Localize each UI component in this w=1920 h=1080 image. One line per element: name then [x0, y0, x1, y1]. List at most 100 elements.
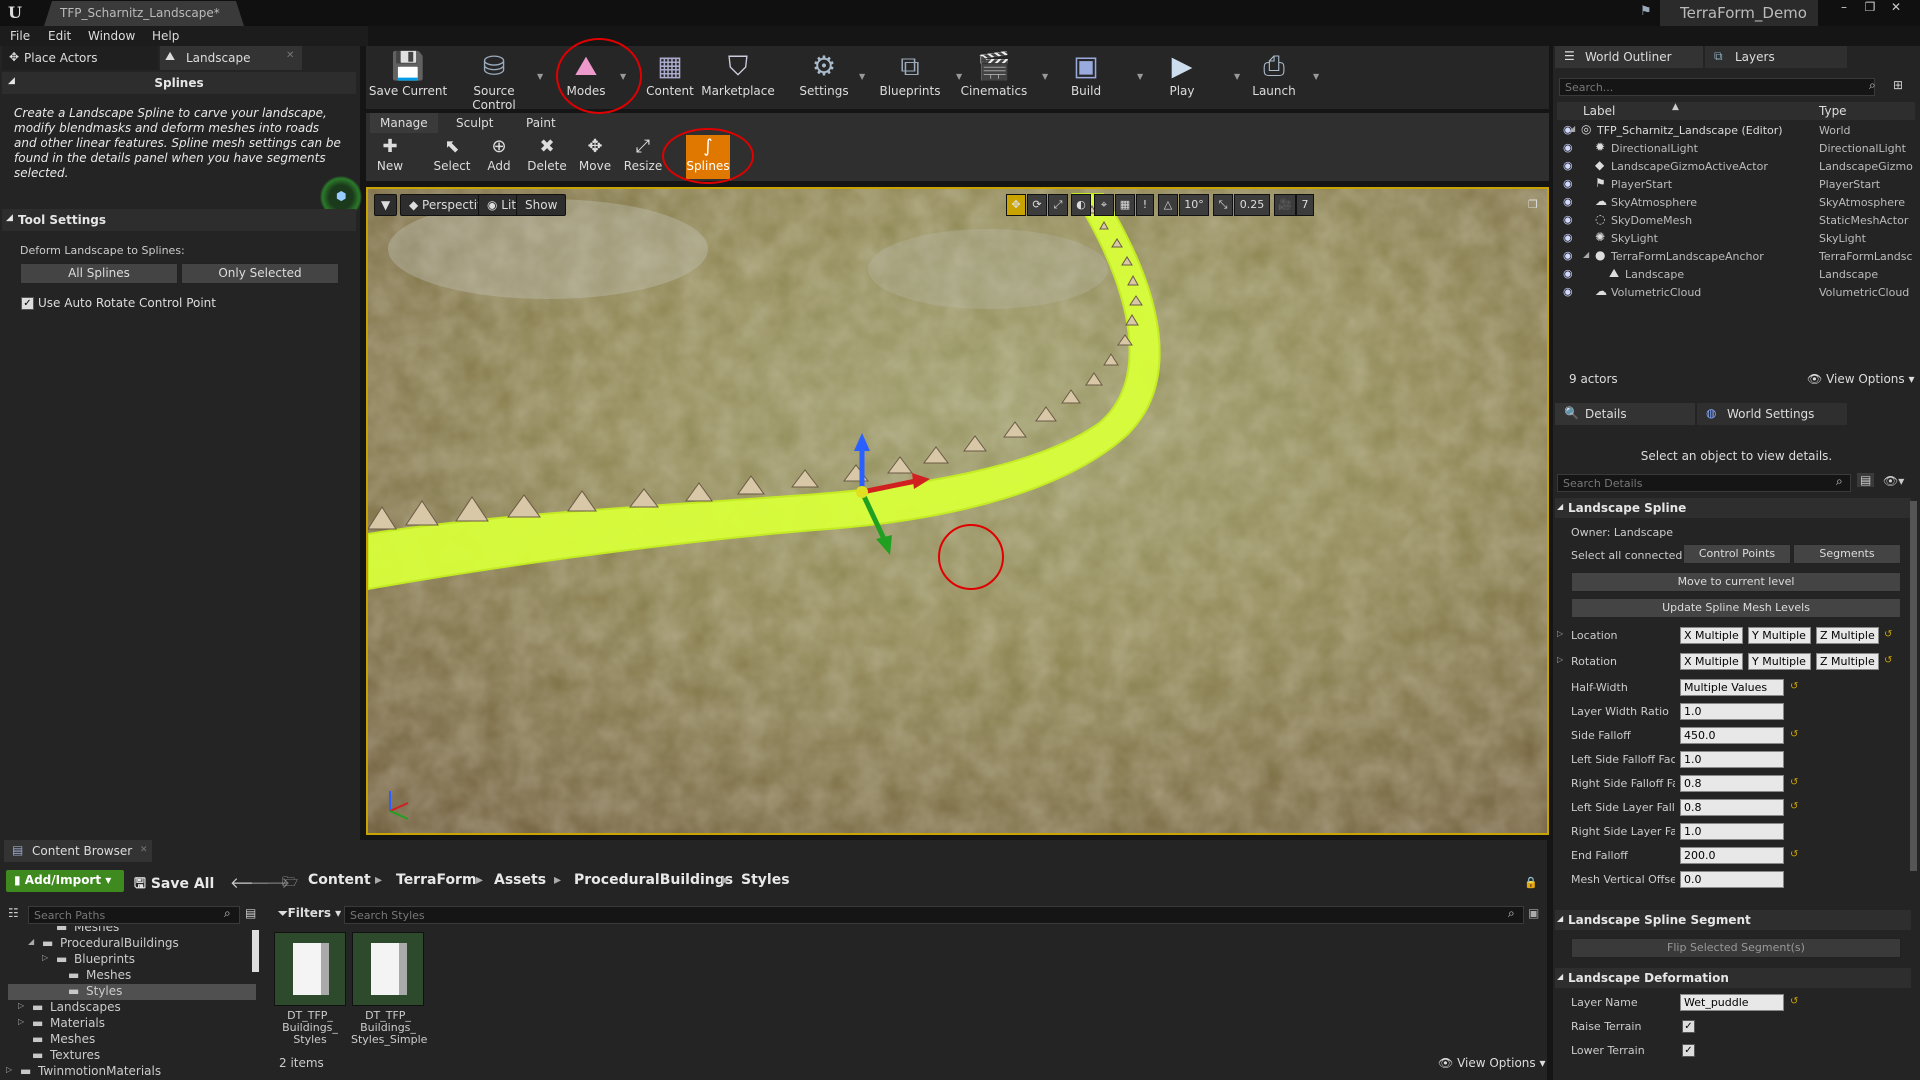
history-icon[interactable]: ▣ [1528, 906, 1539, 920]
landscape-spline-header[interactable]: ◢ Landscape Spline [1555, 498, 1911, 518]
reset-arrow-icon[interactable]: ↺ [1884, 629, 1892, 640]
breadcrumb-separator-icon[interactable]: ▸ [554, 872, 561, 888]
outliner-row[interactable]: ◉ ✹ DirectionalLight DirectionalLight [1557, 140, 1915, 158]
folder-tree-item[interactable]: ▬ Textures [8, 1048, 256, 1064]
reset-arrow-icon[interactable]: ↺ [1790, 681, 1798, 692]
resize-tool-button[interactable]: ⤢ Resize [621, 135, 665, 179]
expand-arrow-icon[interactable]: ◢ [28, 937, 34, 946]
visibility-eye-icon[interactable]: ◉ [1563, 159, 1573, 172]
outliner-row[interactable]: ◉ ◆ LandscapeGizmoActiveActor LandscapeGizm… [1557, 158, 1915, 176]
breadcrumb-separator-icon[interactable]: ▸ [375, 872, 382, 888]
visibility-eye-icon[interactable]: ◉ [1563, 213, 1573, 226]
select-tool-button[interactable]: ⬉ Select [430, 135, 474, 179]
expand-arrow-icon[interactable]: ▷ [6, 1065, 12, 1074]
visibility-eye-icon[interactable]: ◉ [1563, 195, 1573, 208]
menu-window[interactable]: Window [88, 29, 135, 43]
viewport-scene[interactable] [368, 189, 1549, 835]
property-value-field[interactable]: 1.0 [1680, 823, 1784, 840]
search-styles-input[interactable]: Search Styles [344, 906, 1524, 924]
add-folder-icon[interactable]: ⊞ [1893, 78, 1903, 92]
outliner-row[interactable]: ◉ ☁ VolumetricCloud VolumetricCloud [1557, 284, 1915, 302]
spline-segment-header[interactable]: ◢ Landscape Spline Segment [1555, 910, 1911, 930]
visibility-eye-icon[interactable]: ◉ [1563, 177, 1573, 190]
property-value-field[interactable]: 1.0 [1680, 751, 1784, 768]
build-button[interactable]: ▣ Build [1044, 50, 1128, 108]
visibility-eye-icon[interactable]: ◉ [1563, 249, 1573, 262]
delete-tool-button[interactable]: ✖ Delete [525, 135, 569, 179]
raise-terrain-checkbox[interactable]: ✓ [1682, 1020, 1695, 1033]
breadcrumb-styles[interactable]: Styles [741, 872, 790, 888]
breadcrumb-procedural-buildings[interactable]: ProceduralBuildings [574, 872, 733, 888]
maximize-icon[interactable]: ❐ [1858, 0, 1882, 16]
expand-arrow-icon[interactable]: ▷ [1557, 629, 1563, 638]
outliner-row[interactable]: ◉ ⚑ PlayerStart PlayerStart [1557, 176, 1915, 194]
add-tool-button[interactable]: ⊕ Add [477, 135, 521, 179]
tab-world-settings[interactable]: ◍ World Settings [1697, 403, 1847, 425]
surface-snap-icon[interactable]: ⌖ [1094, 194, 1114, 216]
property-value-field[interactable]: Multiple Values [1680, 679, 1784, 696]
notification-icon[interactable]: ⚑ [1640, 4, 1652, 19]
update-spline-mesh-button[interactable]: Update Spline Mesh Levels [1571, 598, 1901, 618]
close-icon[interactable]: ✕ [1884, 0, 1908, 16]
folder-tree-item[interactable]: ▬ Meshes [8, 926, 256, 936]
source-control-button[interactable]: ⛁ Source Control [452, 50, 536, 112]
layer-name-field[interactable]: Wet_puddle [1680, 994, 1784, 1011]
menu-help[interactable]: Help [152, 29, 179, 43]
tool-settings-header[interactable]: ◢ Tool Settings [2, 209, 356, 231]
add-import-button[interactable]: ▮ Add/Import ▾ [6, 870, 124, 892]
breadcrumb-separator-icon[interactable]: ▸ [722, 872, 729, 888]
only-selected-button[interactable]: Only Selected [181, 263, 339, 284]
landscape-deformation-header[interactable]: ◢ Landscape Deformation [1555, 968, 1911, 988]
dropdown-arrow-icon[interactable]: ▼ [537, 72, 543, 81]
breadcrumb-terraform[interactable]: TerraForm [396, 872, 477, 888]
outliner-search-input[interactable]: Search... [1559, 78, 1875, 96]
folder-tree-item[interactable]: ◢ ▬ ProceduralBuildings [8, 936, 256, 952]
details-search-input[interactable]: Search Details [1557, 474, 1851, 492]
auto-rotate-checkbox[interactable]: ✓ [21, 297, 34, 310]
outliner-row[interactable]: ◉ ◌ SkyDomeMesh StaticMeshActor [1557, 212, 1915, 230]
reset-arrow-icon[interactable]: ↺ [1790, 849, 1798, 860]
level-viewport[interactable]: ▼ ◆ Perspective ◉ Lit Show ✥ ⟳ ⤢ ◐ ⌖ ▦ !… [366, 187, 1549, 835]
property-value-field[interactable]: 0.8 [1680, 799, 1784, 816]
visibility-filter-icon[interactable]: 👁▾ [1883, 474, 1904, 488]
reset-arrow-icon[interactable]: ↺ [1790, 729, 1798, 740]
location-y-field[interactable]: Y Multiple [1748, 627, 1811, 644]
location-z-field[interactable]: Z Multiple [1816, 627, 1879, 644]
dropdown-arrow-icon[interactable]: ▼ [1313, 72, 1319, 81]
move-tool-button[interactable]: ✥ Move [573, 135, 617, 179]
visibility-eye-icon[interactable]: ◉ [1563, 141, 1573, 154]
outliner-row[interactable]: ◉ ✺ SkyLight SkyLight [1557, 230, 1915, 248]
tab-details[interactable]: 🔍 Details [1555, 403, 1695, 425]
tree-scrollbar[interactable] [252, 930, 259, 972]
expand-arrow-icon[interactable]: ▷ [1557, 655, 1563, 664]
document-tab[interactable]: TFP_Scharnitz_Landscape* [44, 1, 244, 26]
grid-size-button[interactable]: ! [1136, 194, 1154, 216]
all-splines-button[interactable]: All Splines [20, 263, 178, 284]
rotation-y-field[interactable]: Y Multiple [1748, 653, 1811, 670]
close-tab-icon[interactable]: ✕ [286, 50, 294, 61]
column-label[interactable]: Label [1583, 104, 1615, 118]
tab-content-browser[interactable]: ▤ Content Browser ✕ [4, 840, 152, 862]
asset-tile[interactable]: DT_TFP_ Buildings_ Styles [273, 932, 347, 1046]
menu-edit[interactable]: Edit [48, 29, 71, 43]
view-options-button[interactable]: 👁 View Options ▾ [1807, 372, 1915, 386]
column-type[interactable]: Type [1819, 104, 1847, 118]
folder-tree-item[interactable]: ▷ ▬ Blueprints [8, 952, 256, 968]
visibility-eye-icon[interactable]: ◉ [1563, 231, 1573, 244]
rotation-snap-icon[interactable]: △ [1158, 194, 1178, 216]
scale-snap-value[interactable]: 0.25 [1234, 194, 1270, 216]
folder-tree-item[interactable]: ▷ ▬ Landscapes [8, 1000, 256, 1016]
cinematics-button[interactable]: 🎬 Cinematics [952, 50, 1036, 108]
lower-terrain-checkbox[interactable]: ✓ [1682, 1044, 1695, 1057]
tab-layers[interactable]: ⧉ Layers [1705, 46, 1847, 68]
grid-snap-icon[interactable]: ▦ [1115, 194, 1135, 216]
reset-arrow-icon[interactable]: ↺ [1790, 996, 1798, 1007]
maximize-viewport-icon[interactable]: ❐ [1528, 198, 1538, 211]
lock-icon[interactable]: 🔒 [1524, 876, 1538, 889]
path-view-options-icon[interactable]: ▤ [245, 906, 256, 920]
scale-snap-icon[interactable]: ⤡ [1213, 194, 1233, 216]
rotation-snap-value[interactable]: 10° [1179, 194, 1209, 216]
reset-arrow-icon[interactable]: ↺ [1884, 655, 1892, 666]
save-current-button[interactable]: 💾 Save Current [366, 50, 450, 108]
details-scrollbar[interactable] [1910, 501, 1917, 871]
